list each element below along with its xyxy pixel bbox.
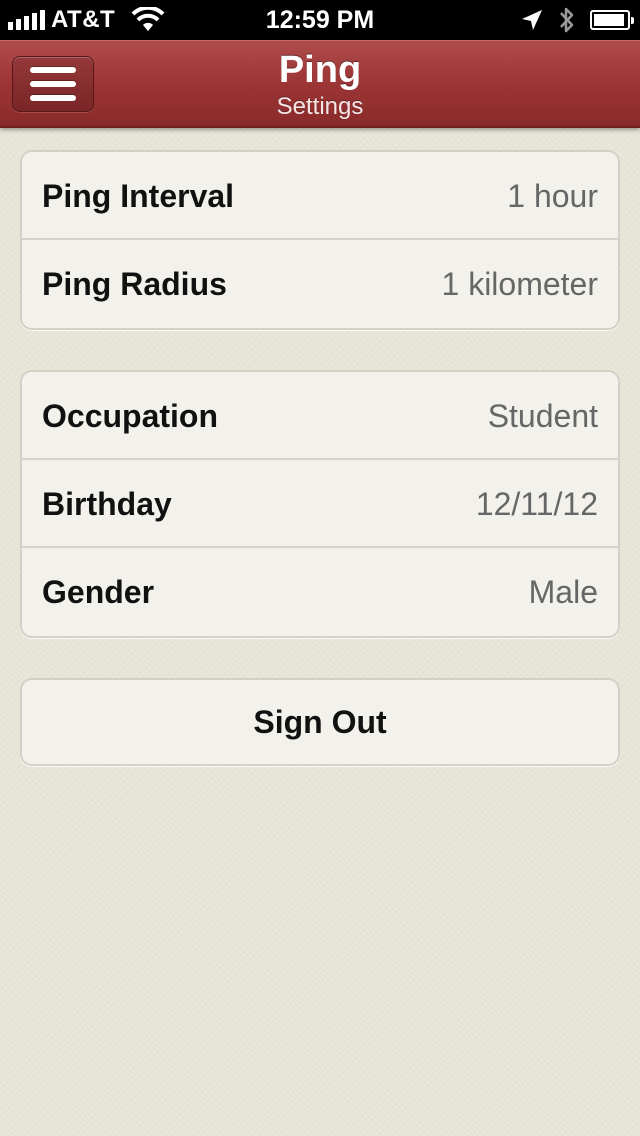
occupation-row[interactable]: Occupation Student xyxy=(22,372,618,460)
status-bar: AT&T 12:59 PM xyxy=(0,0,640,40)
nav-bar: Ping Settings xyxy=(0,40,640,128)
ping-radius-label: Ping Radius xyxy=(42,266,227,302)
ping-settings-group: Ping Interval 1 hour Ping Radius 1 kilom… xyxy=(20,150,620,330)
ping-radius-row[interactable]: Ping Radius 1 kilometer xyxy=(22,240,618,328)
birthday-row[interactable]: Birthday 12/11/12 xyxy=(22,460,618,548)
sign-out-button[interactable]: Sign Out xyxy=(20,678,620,766)
gender-label: Gender xyxy=(42,574,155,610)
page-title: Ping xyxy=(278,49,362,91)
gender-value: Male xyxy=(528,574,598,610)
occupation-label: Occupation xyxy=(42,398,219,434)
page-subtitle: Settings xyxy=(276,93,364,120)
ping-interval-label: Ping Interval xyxy=(42,178,235,214)
birthday-label: Birthday xyxy=(42,486,172,522)
bluetooth-icon xyxy=(560,7,574,33)
ping-radius-value: 1 kilometer xyxy=(441,266,599,302)
hamburger-menu-icon xyxy=(30,67,76,101)
battery-icon xyxy=(590,10,634,30)
status-right xyxy=(520,0,634,40)
gender-row[interactable]: Gender Male xyxy=(22,548,618,636)
profile-group: Occupation Student Birthday 12/11/12 Gen… xyxy=(20,370,620,638)
battery-level xyxy=(594,14,624,26)
ping-interval-value: 1 hour xyxy=(507,178,598,214)
location-arrow-icon xyxy=(522,10,542,30)
menu-button[interactable] xyxy=(12,56,94,112)
birthday-value: 12/11/12 xyxy=(475,486,598,522)
ping-interval-row[interactable]: Ping Interval 1 hour xyxy=(22,152,618,240)
occupation-value: Student xyxy=(487,398,598,434)
